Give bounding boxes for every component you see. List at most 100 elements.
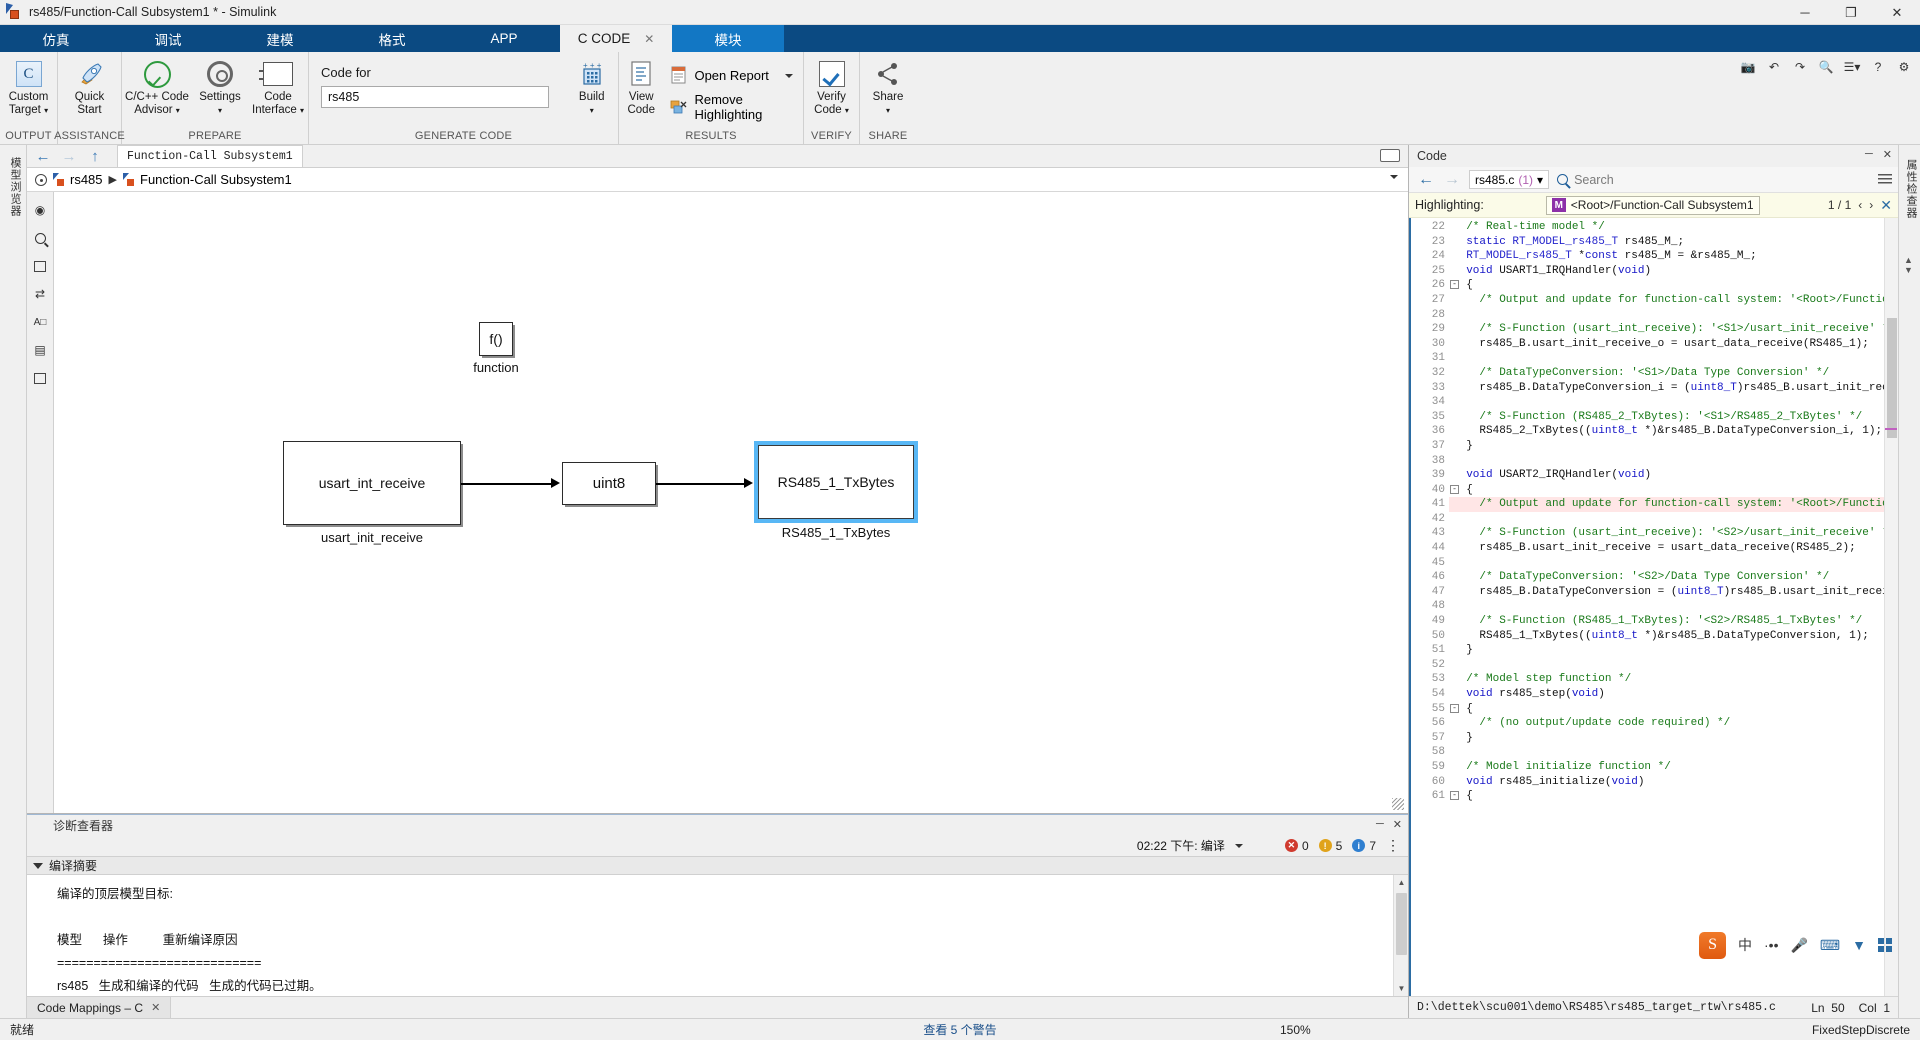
tab-format[interactable]: 格式 xyxy=(336,25,448,52)
code-file-selector[interactable]: rs485.c (1) ▾ xyxy=(1469,170,1550,189)
share-button[interactable]: Share ▾ xyxy=(860,57,916,117)
function-call-port-block[interactable]: f() xyxy=(479,322,513,356)
code-line[interactable]: { xyxy=(1449,483,1898,498)
code-line[interactable]: /* S-Function (usart_int_receive): '<S2>… xyxy=(1449,526,1898,541)
editor-tab-function-call-subsystem1[interactable]: Function-Call Subsystem1 xyxy=(117,145,303,167)
keyboard-icon[interactable] xyxy=(1380,149,1400,162)
diagnostic-more-icon[interactable]: ⋮ xyxy=(1386,837,1400,854)
code-line[interactable]: void USART2_IRQHandler(void) xyxy=(1449,468,1898,483)
code-line[interactable]: RS485_1_TxBytes((uint8_t *)&rs485_B.Data… xyxy=(1449,629,1898,644)
breadcrumb-status-icon[interactable] xyxy=(35,173,47,186)
box-icon[interactable] xyxy=(30,368,50,388)
ime-apps-icon[interactable] xyxy=(1878,938,1892,952)
error-badge[interactable]: ✕ 0 xyxy=(1284,839,1309,853)
verify-code-button[interactable]: Verify Code ▾ xyxy=(804,57,859,117)
model-canvas[interactable]: f() function usart_int_receive usart_ini… xyxy=(55,192,1408,813)
code-editor[interactable]: 22 23 24 25 26-27 28 29 30 31 32 33 34 35 36 37 38 39 40-… xyxy=(1409,218,1898,996)
ime-toolbox-icon[interactable]: ▼ xyxy=(1852,937,1866,953)
highlighting-clear-icon[interactable]: ✕ xyxy=(1880,197,1892,214)
status-zoom-level[interactable]: 150% xyxy=(1280,1023,1311,1037)
code-line[interactable]: rs485_B.usart_init_receive = usart_data_… xyxy=(1449,541,1898,556)
nav-back-icon[interactable]: ← xyxy=(33,148,53,165)
ime-punctuation-icon[interactable]: ·•• xyxy=(1764,937,1778,953)
custom-target-button[interactable]: C Custom Target ▾ xyxy=(0,57,57,117)
breadcrumb-item-subsystem1[interactable]: Function-Call Subsystem1 xyxy=(123,172,292,187)
viewer-icon[interactable]: ▤ xyxy=(30,340,50,360)
status-warnings-link[interactable]: 查看 5 个警告 xyxy=(923,1021,996,1038)
sogou-logo-icon[interactable]: S xyxy=(1699,931,1727,959)
undo-icon[interactable]: ↶ xyxy=(1762,56,1786,78)
model-browser-vertical-label[interactable]: 模型浏览器 xyxy=(7,157,23,217)
nav-up-icon[interactable]: ↑ xyxy=(85,148,105,165)
code-line[interactable]: /* Output and update for function-call s… xyxy=(1449,293,1898,308)
code-line[interactable]: /* (no output/update code required) */ xyxy=(1449,716,1898,731)
diagnostic-scrollbar[interactable]: ▲ ▼ xyxy=(1393,875,1408,996)
build-button[interactable]: + + + Build ▾ xyxy=(565,57,618,117)
close-button[interactable]: ✕ xyxy=(1874,0,1920,25)
code-lines[interactable]: /* Real-time model */ static RT_MODEL_rs… xyxy=(1449,218,1898,996)
highlighting-chip[interactable]: M <Root>/Function-Call Subsystem1 xyxy=(1545,195,1760,215)
code-line[interactable] xyxy=(1449,308,1898,323)
code-line[interactable]: rs485_B.usart_init_receive_o = usart_dat… xyxy=(1449,337,1898,352)
code-line[interactable] xyxy=(1449,658,1898,673)
code-line[interactable]: rs485_B.DataTypeConversion = (uint8_T)rs… xyxy=(1449,585,1898,600)
code-scrollbar[interactable] xyxy=(1884,218,1898,996)
breadcrumb-caret-icon[interactable] xyxy=(1390,175,1398,179)
layers-icon[interactable]: ☰▾ xyxy=(1840,56,1864,78)
diagnostic-close-icon[interactable]: ✕ xyxy=(1393,818,1402,831)
remove-highlighting-button[interactable]: Remove Highlighting xyxy=(663,90,803,124)
code-line[interactable]: void rs485_initialize(void) xyxy=(1449,775,1898,790)
code-panel-close-icon[interactable]: ✕ xyxy=(1883,148,1892,161)
code-advisor-button[interactable]: C/C++ Code Advisor ▾ xyxy=(122,57,192,117)
diagnostic-summary-header[interactable]: 编译摘要 xyxy=(27,857,1408,875)
code-line[interactable]: /* DataTypeConversion: '<S1>/Data Type C… xyxy=(1449,366,1898,381)
code-line[interactable] xyxy=(1449,556,1898,571)
code-line[interactable]: rs485_B.DataTypeConversion_i = (uint8_T)… xyxy=(1449,381,1898,396)
quick-start-button[interactable]: Quick Start xyxy=(58,57,121,116)
hamburger-icon[interactable] xyxy=(1878,174,1892,185)
code-line[interactable]: } xyxy=(1449,643,1898,658)
rs485-txbytes-block[interactable]: RS485_1_TxBytes xyxy=(758,445,914,519)
tab-c-code[interactable]: C CODE ✕ xyxy=(560,25,672,52)
tab-block[interactable]: 模块 xyxy=(672,25,784,52)
code-line[interactable]: /* DataTypeConversion: '<S2>/Data Type C… xyxy=(1449,570,1898,585)
property-inspector-vertical-label[interactable]: 属性检查器 xyxy=(1903,159,1919,219)
tab-modeling[interactable]: 建模 xyxy=(224,25,336,52)
code-forward-icon[interactable]: → xyxy=(1443,171,1461,189)
warning-badge[interactable]: ! 5 xyxy=(1318,839,1342,853)
usart-int-receive-block[interactable]: usart_int_receive xyxy=(283,441,461,525)
search-icon[interactable]: 🔍 xyxy=(1814,56,1838,78)
code-line[interactable]: /* Output and update for function-call s… xyxy=(1449,497,1898,512)
code-line[interactable]: /* Real-time model */ xyxy=(1449,220,1898,235)
code-file-caret-icon[interactable]: ▾ xyxy=(1537,173,1543,187)
code-line[interactable]: static RT_MODEL_rs485_T rs485_M_; xyxy=(1449,235,1898,250)
info-badge[interactable]: i 7 xyxy=(1352,839,1376,853)
tab-debug[interactable]: 调试 xyxy=(112,25,224,52)
diagnostic-scroll-down-icon[interactable]: ▼ xyxy=(1394,981,1408,996)
code-line[interactable]: RS485_2_TxBytes((uint8_t *)&rs485_B.Data… xyxy=(1449,424,1898,439)
code-line[interactable]: /* Model initialize function */ xyxy=(1449,760,1898,775)
code-interface-button[interactable]: Code Interface ▾ xyxy=(248,57,308,117)
open-report-button[interactable]: Open Report xyxy=(663,64,803,87)
minimize-button[interactable]: ─ xyxy=(1782,0,1828,25)
code-line[interactable] xyxy=(1449,512,1898,527)
ime-mic-icon[interactable]: 🎤 xyxy=(1790,937,1807,954)
code-mappings-tab[interactable]: Code Mappings – C ✕ xyxy=(27,997,172,1018)
tab-c-code-close-icon[interactable]: ✕ xyxy=(644,32,654,46)
diagnostic-pin-icon[interactable]: ─ xyxy=(1376,818,1384,831)
camera-icon[interactable]: 📷 xyxy=(1736,56,1760,78)
code-line[interactable]: { xyxy=(1449,702,1898,717)
highlighting-next-icon[interactable]: › xyxy=(1869,198,1873,212)
code-line[interactable]: RT_MODEL_rs485_T *const rs485_M = &rs485… xyxy=(1449,249,1898,264)
code-scroll-thumb[interactable] xyxy=(1887,318,1897,438)
code-back-icon[interactable]: ← xyxy=(1417,171,1435,189)
code-line[interactable]: } xyxy=(1449,731,1898,746)
code-line[interactable]: } xyxy=(1449,439,1898,454)
code-line[interactable]: /* S-Function (RS485_1_TxBytes): '<S2>/R… xyxy=(1449,614,1898,629)
code-for-input[interactable]: rs485 xyxy=(321,86,550,108)
code-panel-pin-icon[interactable]: ─ xyxy=(1865,148,1873,161)
maximize-button[interactable]: ❐ xyxy=(1828,0,1874,25)
code-line[interactable]: { xyxy=(1449,278,1898,293)
code-line[interactable]: { xyxy=(1449,789,1898,804)
diagnostic-scroll-thumb[interactable] xyxy=(1396,893,1407,955)
